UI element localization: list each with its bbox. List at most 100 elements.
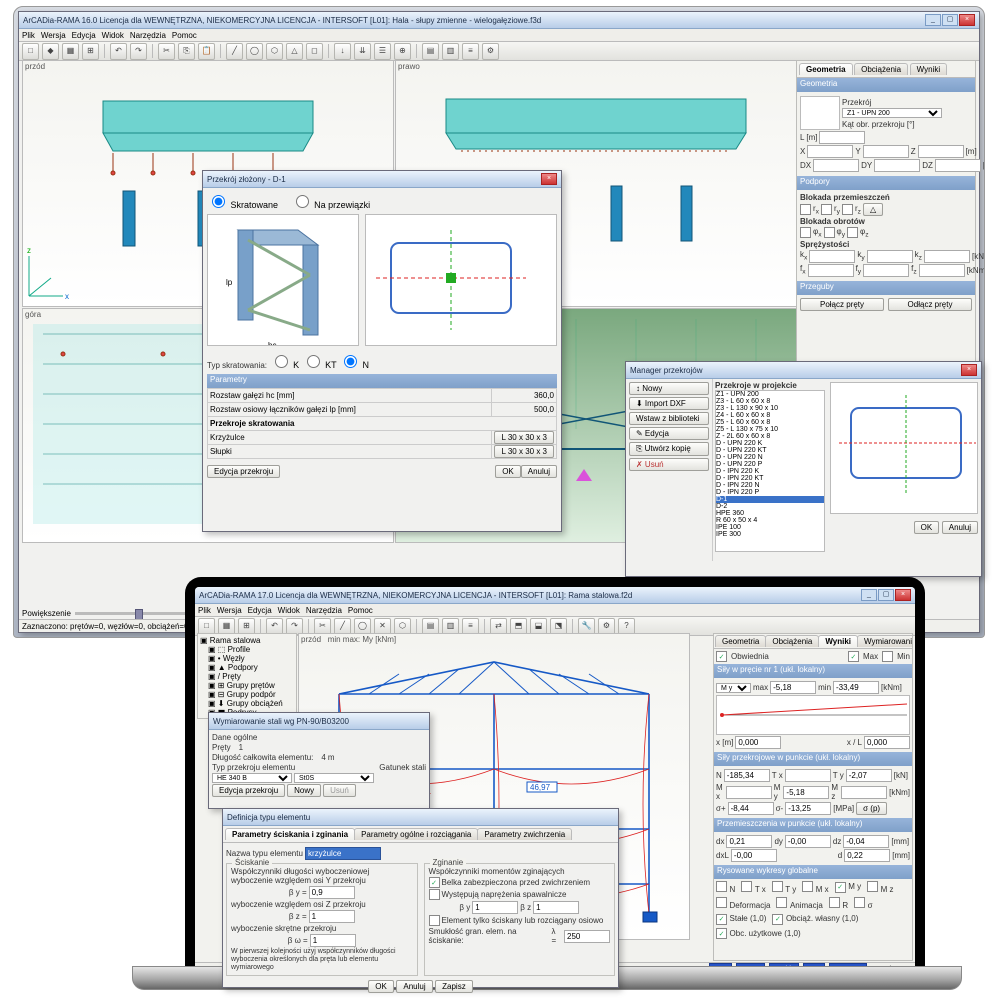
menu-item[interactable]: Edycja xyxy=(72,31,96,40)
menu-item[interactable]: Wersja xyxy=(41,31,66,40)
beta-y-input[interactable] xyxy=(309,886,355,899)
cb-min[interactable] xyxy=(882,651,893,662)
cb[interactable] xyxy=(741,881,752,892)
tool-icon[interactable]: ☰ xyxy=(374,43,391,60)
tool-icon[interactable]: ✕ xyxy=(374,618,391,635)
section-list[interactable]: Z1 - UPN 200Z3 - L 60 x 60 x 8Z3 - L 130… xyxy=(715,390,825,552)
maximize-icon[interactable]: ▢ xyxy=(878,589,894,601)
cb[interactable] xyxy=(716,881,727,892)
tool-icon[interactable]: ↷ xyxy=(286,618,303,635)
tab[interactable]: Geometria xyxy=(715,635,766,647)
menu-item[interactable]: Edycja xyxy=(248,606,272,615)
tool-icon[interactable]: ◯ xyxy=(354,618,371,635)
mgr-edit-btn[interactable]: ✎ Edycja xyxy=(629,427,709,440)
cb[interactable] xyxy=(429,915,440,926)
menu-item[interactable]: Narzędzia xyxy=(130,31,166,40)
tool-icon[interactable]: ↷ xyxy=(130,43,147,60)
close-icon[interactable]: × xyxy=(959,14,975,26)
mgr-lib-btn[interactable]: Wstaw z biblioteki xyxy=(629,412,709,425)
mgr-copy-btn[interactable]: ⎘ Utwórz kopię xyxy=(629,442,709,456)
menu-item[interactable]: Pomoc xyxy=(348,606,373,615)
tool-icon[interactable]: ⎘ xyxy=(178,43,195,60)
tool-icon[interactable]: ⊕ xyxy=(394,43,411,60)
mgr-import-btn[interactable]: ⬇ Import DXF xyxy=(629,397,709,410)
tool-icon[interactable]: 🔧 xyxy=(578,618,595,635)
connect-bars-btn[interactable]: Połącz pręty xyxy=(800,298,884,311)
radio-n[interactable]: N xyxy=(339,360,369,370)
steel-select[interactable]: St0S xyxy=(294,773,374,783)
tool-icon[interactable]: ▤ xyxy=(422,618,439,635)
tool-icon[interactable]: □ xyxy=(198,618,215,635)
cb[interactable] xyxy=(800,204,811,215)
param-input[interactable]: 500,0 xyxy=(492,403,557,417)
tool-icon[interactable]: ≡ xyxy=(462,618,479,635)
beta-w-input[interactable] xyxy=(310,934,356,947)
radio-przewiazki[interactable]: Na przewiązki xyxy=(291,200,371,210)
tool-icon[interactable]: ✂ xyxy=(314,618,331,635)
cb[interactable] xyxy=(429,889,440,900)
profile-select[interactable]: HE 340 B xyxy=(212,773,292,783)
edit-section-btn[interactable]: Edycja przekroju xyxy=(212,784,285,797)
cb[interactable] xyxy=(867,881,878,892)
cb-max[interactable]: ✓ xyxy=(848,651,859,662)
section-btn[interactable]: L 30 x 30 x 3 xyxy=(494,445,554,458)
tool-icon[interactable]: ⚙ xyxy=(598,618,615,635)
radio-skratowane[interactable]: Skratowane xyxy=(207,200,278,210)
ok-button[interactable]: OK xyxy=(495,465,521,478)
tab[interactable]: Wymiarowanie xyxy=(857,635,913,647)
tool-icon[interactable]: ▦ xyxy=(218,618,235,635)
tool-icon[interactable]: ✂ xyxy=(158,43,175,60)
menu-item[interactable]: Widok xyxy=(102,31,124,40)
tab-loads[interactable]: Obciążenia xyxy=(854,63,908,75)
cb[interactable] xyxy=(716,897,727,908)
disconnect-bars-btn[interactable]: Odłącz pręty xyxy=(888,298,972,311)
maximize-icon[interactable]: ▢ xyxy=(942,14,958,26)
mgr-delete-btn[interactable]: ✗ Usuń xyxy=(629,458,709,471)
cancel-button[interactable]: Anuluj xyxy=(521,465,557,478)
support-icon-btn[interactable]: △ xyxy=(863,203,883,216)
minimize-icon[interactable]: _ xyxy=(925,14,941,26)
tab[interactable]: Obciążenia xyxy=(765,635,819,647)
tool-icon[interactable]: 📋 xyxy=(198,43,215,60)
tool-icon[interactable]: ▥ xyxy=(442,618,459,635)
element-name-input[interactable] xyxy=(305,847,381,860)
minimize-icon[interactable]: _ xyxy=(861,589,877,601)
tool-icon[interactable]: ⬡ xyxy=(394,618,411,635)
tool-icon[interactable]: ⊞ xyxy=(238,618,255,635)
tool-icon[interactable]: ≡ xyxy=(462,43,479,60)
tool-icon[interactable]: ↶ xyxy=(266,618,283,635)
tool-icon[interactable]: ▥ xyxy=(442,43,459,60)
tool-icon[interactable]: ╱ xyxy=(226,43,243,60)
tab[interactable]: Parametry ściskania i zginania xyxy=(225,828,355,840)
cb[interactable] xyxy=(824,227,835,238)
tool-icon[interactable]: ↶ xyxy=(110,43,127,60)
menu-item[interactable]: Plik xyxy=(22,31,35,40)
tool-icon[interactable]: ◻ xyxy=(306,43,323,60)
cb[interactable] xyxy=(802,881,813,892)
tab-results[interactable]: Wyniki xyxy=(910,63,947,75)
tool-icon[interactable]: ⬔ xyxy=(550,618,567,635)
cb[interactable]: ✓ xyxy=(835,882,846,893)
y-input[interactable] xyxy=(863,145,909,158)
tool-icon[interactable]: ⊞ xyxy=(82,43,99,60)
cancel-button[interactable]: Anuluj xyxy=(396,980,432,993)
tool-icon[interactable]: ⬓ xyxy=(530,618,547,635)
sigma-btn[interactable]: σ (p) xyxy=(856,802,887,815)
cb[interactable] xyxy=(800,227,811,238)
close-icon[interactable]: × xyxy=(895,589,911,601)
tool-icon[interactable]: ⬡ xyxy=(266,43,283,60)
profile-select[interactable]: Z1 - UPN 200 xyxy=(842,108,942,118)
project-tree[interactable]: ▣ Rama stalowa ▣ ⬚ Profile ▣ • Węzły ▣ ▲… xyxy=(197,633,297,719)
cb[interactable] xyxy=(829,897,840,908)
tool-icon[interactable]: ⚙ xyxy=(482,43,499,60)
save-button[interactable]: Zapisz xyxy=(435,980,473,993)
tool-icon[interactable]: △ xyxy=(286,43,303,60)
tool-icon[interactable]: ╱ xyxy=(334,618,351,635)
tool-icon[interactable]: ⇊ xyxy=(354,43,371,60)
x-input[interactable] xyxy=(807,145,853,158)
tool-icon[interactable]: ↓ xyxy=(334,43,351,60)
tool-icon[interactable]: ⬒ xyxy=(510,618,527,635)
dz-input[interactable] xyxy=(935,159,981,172)
menu-item[interactable]: Wersja xyxy=(217,606,242,615)
menu-item[interactable]: Plik xyxy=(198,606,211,615)
